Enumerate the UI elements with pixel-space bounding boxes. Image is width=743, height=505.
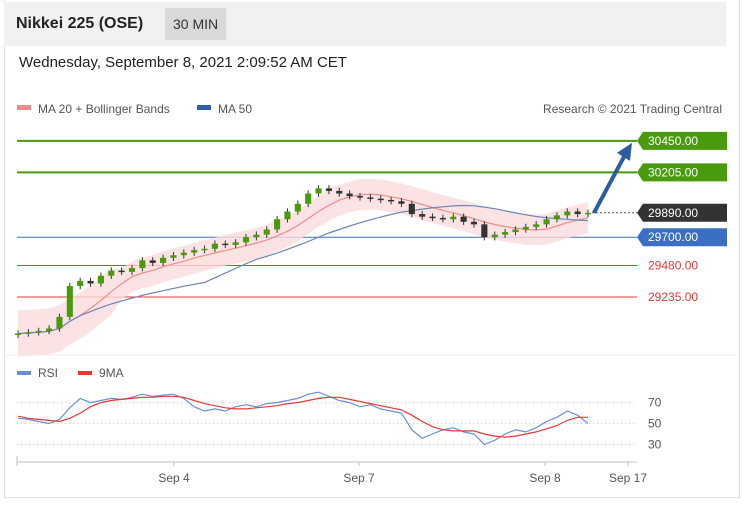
candle-body (356, 196, 364, 198)
ma20-legend-swatch (17, 105, 31, 110)
candle-body (325, 188, 332, 191)
candle-body (128, 268, 136, 272)
candle-body (450, 216, 457, 220)
candle-body (191, 250, 198, 253)
rsi-ma-legend-swatch (78, 371, 92, 375)
candle-body (139, 260, 146, 269)
candle-body (429, 216, 436, 219)
candle-body (574, 211, 581, 215)
candle-body (367, 197, 374, 199)
chart-canvas: MA 20 + Bollinger Bands MA 50 Research ©… (4, 102, 738, 485)
rsi-legend-swatch (17, 371, 31, 375)
rsi-ma-line (17, 395, 588, 438)
candle-body (263, 229, 270, 235)
candle-body (149, 260, 156, 263)
candle-body (522, 226, 529, 230)
candle-body (388, 199, 395, 202)
level-badge-label: 29700.00 (648, 230, 698, 244)
rsi-tick-label: 30 (648, 438, 662, 452)
candle-body (491, 234, 498, 238)
candle-body (439, 217, 446, 220)
candle-body (564, 211, 571, 216)
candle-body (460, 216, 467, 222)
candle-body (481, 224, 488, 238)
rsi-tick-label: 50 (648, 417, 662, 431)
candle-body (87, 280, 94, 284)
ma50-legend-swatch (197, 105, 211, 110)
candle-body (584, 212, 592, 215)
candle-body (305, 193, 312, 204)
candle-body (180, 252, 187, 256)
candle-body (118, 270, 125, 273)
candle-body (284, 211, 291, 220)
candle-body (242, 237, 250, 243)
candle-body (14, 333, 22, 336)
rsi-legend-label: RSI (38, 366, 58, 380)
candle-body (419, 214, 426, 217)
ma50-legend-label: MA 50 (218, 102, 252, 116)
credit-label: Research © 2021 Trading Central (543, 102, 722, 116)
candle-body (211, 243, 218, 249)
level-label: 29235.00 (648, 290, 698, 304)
candle-body (398, 201, 405, 204)
candle-body (377, 198, 384, 201)
candle-body (160, 257, 167, 263)
rsi-ma-legend-label: 9MA (99, 366, 124, 380)
candle-body (77, 280, 84, 287)
level-badge-label: 30205.00 (648, 165, 698, 179)
x-tick-label: Sep 8 (529, 471, 561, 485)
level-badge-label: 30450.00 (648, 134, 698, 148)
rsi-tick-label: 70 (648, 396, 662, 410)
level-label: 29480.00 (648, 258, 698, 272)
candle-body (170, 255, 177, 258)
bollinger-band (18, 178, 588, 357)
ma20-legend-label: MA 20 + Bollinger Bands (38, 102, 170, 116)
candle-body (346, 193, 353, 197)
level-badge-label: 29890.00 (648, 206, 698, 220)
candle-body (533, 224, 540, 227)
candle-body (232, 242, 239, 245)
candle-body (108, 270, 115, 276)
candle-body (408, 203, 415, 215)
candle-body (543, 219, 550, 225)
candle-body (553, 215, 560, 220)
candle-body (470, 221, 478, 225)
candle-body (46, 328, 53, 332)
candle-body (315, 188, 322, 194)
x-tick-label: Sep 7 (343, 471, 375, 485)
candle-body (253, 234, 260, 238)
candle-body (25, 332, 32, 334)
candle-body (35, 331, 42, 333)
candle-body (97, 275, 104, 284)
candle-body (222, 243, 229, 246)
candle-body (502, 232, 509, 235)
x-tick-label: Sep 17 (609, 471, 647, 485)
candle-body (336, 190, 343, 194)
forecast-arrow (592, 155, 626, 214)
candle-body (294, 203, 301, 212)
candle-body (66, 286, 73, 317)
x-tick-label: Sep 4 (158, 471, 190, 485)
candle-body (201, 248, 208, 251)
candle-body (56, 316, 63, 329)
candle-body (512, 229, 519, 233)
candle-body (274, 219, 281, 230)
